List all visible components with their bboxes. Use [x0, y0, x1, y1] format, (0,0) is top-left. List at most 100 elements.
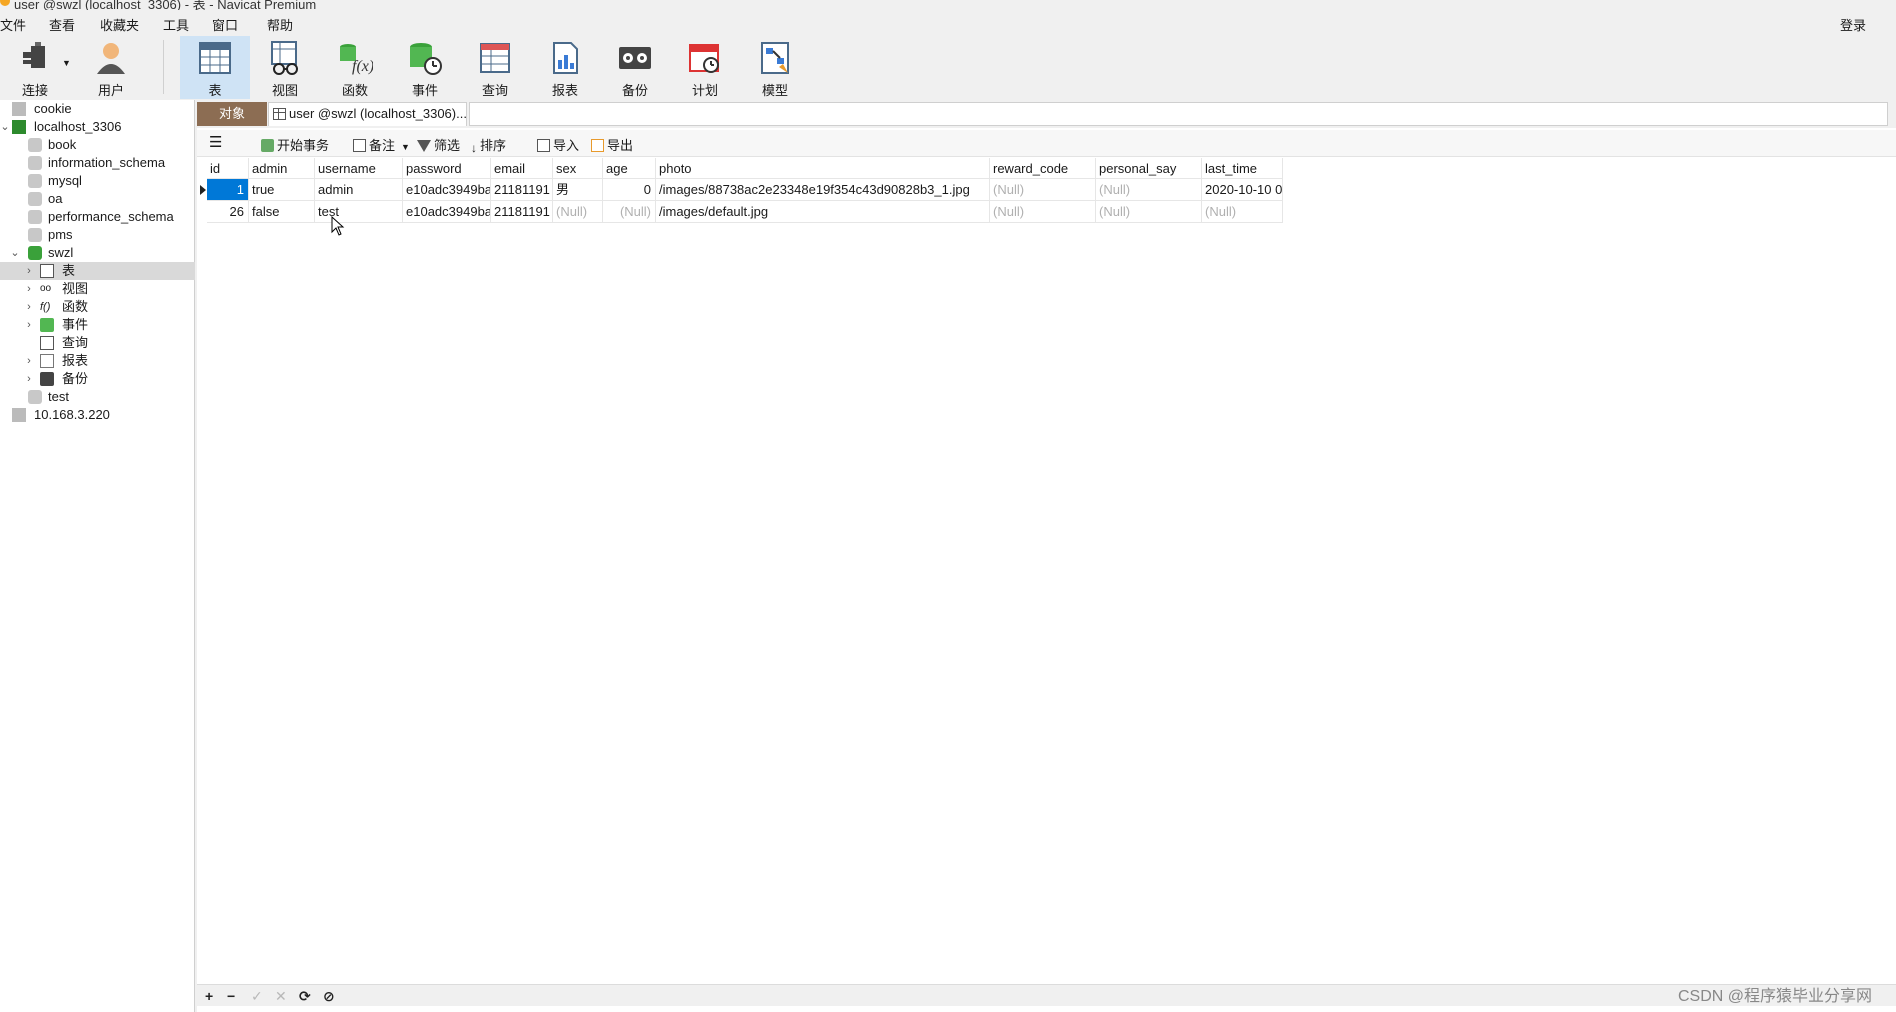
chevron-right-icon[interactable]: ›	[24, 262, 34, 280]
menu-window[interactable]: 窗口	[212, 15, 238, 34]
table-toolbar: ☰ 开始事务 备注 ▼ 筛选 ↓ 排序 导入 导出	[197, 130, 1896, 157]
cell-sex[interactable]: (Null)	[553, 201, 603, 223]
menu-help[interactable]: 帮助	[267, 15, 293, 34]
tree-item-localhost-3306[interactable]: ⌄ localhost_3306	[0, 118, 195, 136]
cell-email[interactable]: 21181191	[491, 179, 553, 201]
tree-item-reports[interactable]: › 报表	[0, 352, 195, 370]
tree-item-information-schema[interactable]: information_schema	[0, 154, 195, 172]
tree-item-cookie[interactable]: cookie	[0, 100, 195, 118]
table-icon	[40, 264, 54, 278]
delete-record-button[interactable]: −	[227, 988, 235, 1004]
column-header-email[interactable]: email	[491, 158, 553, 179]
login-link[interactable]: 登录	[1840, 15, 1866, 34]
tree-item-pms[interactable]: pms	[0, 226, 195, 244]
tree-item-queries[interactable]: 查询	[0, 334, 195, 352]
cell-sex[interactable]: 男	[553, 179, 603, 201]
column-header-last-time[interactable]: last_time	[1202, 158, 1283, 179]
function-button[interactable]: f(x) 函数	[320, 36, 390, 99]
cell-photo[interactable]: /images/88738ac2e23348e19f354c43d90828b3…	[656, 179, 990, 201]
cell-reward-code[interactable]: (Null)	[990, 201, 1096, 223]
cell-username[interactable]: admin	[315, 179, 403, 201]
tree-item-performance-schema[interactable]: performance_schema	[0, 208, 195, 226]
tree-item-label: oa	[48, 191, 63, 206]
tree-item-events[interactable]: › 事件	[0, 316, 195, 334]
export-button[interactable]: 导出	[591, 135, 633, 154]
cell-last-time[interactable]: (Null)	[1202, 201, 1283, 223]
cell-password[interactable]: e10adc3949ba	[403, 201, 491, 223]
cell-id[interactable]: 1	[207, 179, 249, 201]
column-header-personal-say[interactable]: personal_say	[1096, 158, 1202, 179]
table-icon	[273, 108, 286, 120]
chevron-down-icon[interactable]: ▼	[62, 58, 71, 68]
tree-item-swzl[interactable]: ⌄ swzl	[0, 244, 195, 262]
cell-id[interactable]: 26	[207, 201, 249, 223]
cell-admin[interactable]: true	[249, 179, 315, 201]
tree-item-test[interactable]: test	[0, 388, 195, 406]
chevron-right-icon[interactable]: ›	[24, 298, 34, 316]
column-header-username[interactable]: username	[315, 158, 403, 179]
tree-item-views[interactable]: › oo 视图	[0, 280, 195, 298]
schedule-button[interactable]: 计划	[670, 36, 740, 99]
chevron-right-icon[interactable]: ›	[24, 316, 34, 334]
tab-objects[interactable]: 对象	[197, 102, 267, 126]
begin-transaction-button[interactable]: 开始事务	[261, 135, 329, 154]
refresh-button[interactable]: ⟳	[299, 988, 311, 1005]
cell-admin[interactable]: false	[249, 201, 315, 223]
view-button[interactable]: 视图	[250, 36, 320, 99]
database-gray-icon	[28, 228, 42, 242]
menu-file[interactable]: 文件	[0, 15, 26, 34]
cell-email[interactable]: 21181191	[491, 201, 553, 223]
cell-username[interactable]: test	[315, 201, 403, 223]
cell-personal-say[interactable]: (Null)	[1096, 201, 1202, 223]
cell-personal-say[interactable]: (Null)	[1096, 179, 1202, 201]
import-button[interactable]: 导入	[537, 135, 579, 154]
tree-item-functions[interactable]: › f() 函数	[0, 298, 195, 316]
filter-button[interactable]: 筛选	[417, 135, 460, 154]
chevron-down-icon[interactable]: ⌄	[10, 244, 20, 262]
cell-age[interactable]: (Null)	[603, 201, 656, 223]
chevron-right-icon[interactable]: ›	[24, 280, 34, 298]
cell-reward-code[interactable]: (Null)	[990, 179, 1096, 201]
chevron-down-icon[interactable]: ▼	[401, 142, 410, 152]
tree-item-mysql[interactable]: mysql	[0, 172, 195, 190]
tree-item-oa[interactable]: oa	[0, 190, 195, 208]
column-header-reward-code[interactable]: reward_code	[990, 158, 1096, 179]
cell-password[interactable]: e10adc3949ba	[403, 179, 491, 201]
tree-item-backups[interactable]: › 备份	[0, 370, 195, 388]
cell-photo[interactable]: /images/default.jpg	[656, 201, 990, 223]
table-button[interactable]: 表	[180, 36, 250, 99]
note-button[interactable]: 备注 ▼	[353, 135, 410, 154]
tree-item-tables[interactable]: › 表	[0, 262, 195, 280]
apply-changes-button[interactable]: ✓	[251, 988, 263, 1005]
cell-age[interactable]: 0	[603, 179, 656, 201]
chevron-right-icon[interactable]: ›	[24, 352, 34, 370]
event-button[interactable]: 事件	[390, 36, 460, 99]
chevron-down-icon[interactable]: ⌄	[0, 118, 10, 136]
menu-favorites[interactable]: 收藏夹	[100, 15, 139, 34]
query-button[interactable]: 查询	[460, 36, 530, 99]
menu-tools[interactable]: 工具	[163, 15, 189, 34]
backup-button[interactable]: 备份	[600, 36, 670, 99]
column-header-photo[interactable]: photo	[656, 158, 990, 179]
column-header-admin[interactable]: admin	[249, 158, 315, 179]
user-button[interactable]: 用户	[76, 36, 146, 99]
hamburger-menu-icon[interactable]: ☰	[209, 133, 222, 151]
menu-view[interactable]: 查看	[49, 15, 75, 34]
connect-button[interactable]: ▼ 连接	[0, 36, 71, 99]
discard-changes-button[interactable]: ✕	[275, 988, 287, 1005]
sort-button[interactable]: ↓ 排序	[471, 135, 506, 155]
column-header-sex[interactable]: sex	[553, 158, 603, 179]
cell-last-time[interactable]: 2020-10-10 0	[1202, 179, 1283, 201]
model-button[interactable]: 模型	[740, 36, 810, 99]
current-row-indicator	[197, 179, 207, 201]
tree-item-book[interactable]: book	[0, 136, 195, 154]
column-header-id[interactable]: id	[207, 158, 249, 179]
chevron-right-icon[interactable]: ›	[24, 370, 34, 388]
column-header-password[interactable]: password	[403, 158, 491, 179]
column-header-age[interactable]: age	[603, 158, 656, 179]
tab-user-table[interactable]: user @swzl (localhost_3306)...	[268, 102, 467, 126]
report-button[interactable]: 报表	[530, 36, 600, 99]
tree-item-remote-host[interactable]: 10.168.3.220	[0, 406, 195, 424]
add-record-button[interactable]: +	[205, 988, 213, 1004]
stop-button[interactable]: ⊘	[323, 988, 335, 1005]
